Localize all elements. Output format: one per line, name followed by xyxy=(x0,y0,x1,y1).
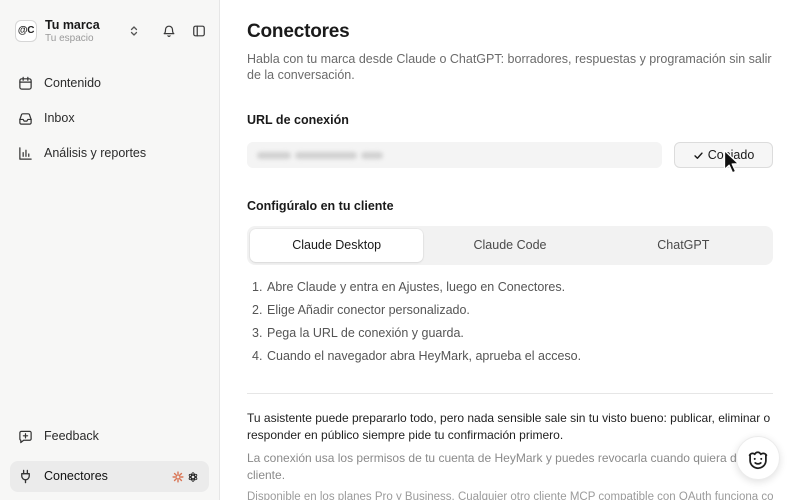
chevron-up-down-icon xyxy=(128,25,140,37)
sidebar-item-label: Análisis y reportes xyxy=(44,146,147,160)
availability-note: Disponible en los planes Pro y Business.… xyxy=(247,491,773,500)
client-setup-heading: Configúralo en tu cliente xyxy=(247,199,394,213)
sidebar-item-contenido[interactable]: Contenido xyxy=(10,68,209,98)
bar-chart-icon xyxy=(18,146,33,161)
setup-step: 2. Elige Añadir conector personalizado. xyxy=(252,299,772,322)
plug-icon xyxy=(18,469,33,484)
bell-icon xyxy=(162,24,176,38)
setup-step: 3. Pega la URL de conexión y guarda. xyxy=(252,322,772,345)
step-text: Pega la URL de conexión y guarda. xyxy=(267,326,464,340)
step-text: Cuando el navegador abra HeyMark, aprueb… xyxy=(267,349,582,363)
workspace-switcher[interactable]: @C Tu marca Tu espacio xyxy=(10,14,142,48)
confirmation-note: Tu asistente puede prepararlo todo, pero… xyxy=(247,411,771,442)
message-plus-icon xyxy=(18,429,33,444)
assistant-help-button[interactable] xyxy=(736,436,780,480)
workspace-name: Tu marca xyxy=(45,18,100,32)
notifications-button[interactable] xyxy=(158,20,180,42)
sidebar-item-inbox[interactable]: Inbox xyxy=(10,103,209,133)
step-number: 4. xyxy=(252,349,263,363)
step-text: Abre Claude y entra en Ajustes, luego en… xyxy=(267,280,566,294)
sidebar-item-label: Feedback xyxy=(44,429,99,443)
redacted-url-segment xyxy=(295,152,357,159)
step-text: Elige Añadir conector personalizado. xyxy=(267,303,470,317)
sidebar-item-label: Contenido xyxy=(44,76,101,90)
sidebar-toggle-button[interactable] xyxy=(188,20,210,42)
setup-step: 1. Abre Claude y entra en Ajustes, luego… xyxy=(252,276,772,299)
workspace-avatar: @C xyxy=(15,20,37,42)
workspace-subtitle: Tu espacio xyxy=(45,33,94,44)
redacted-url-segment xyxy=(361,152,383,159)
sidebar-item-analisis[interactable]: Análisis y reportes xyxy=(10,138,209,168)
chatgpt-icon xyxy=(187,471,199,483)
sidebar-item-feedback[interactable]: Feedback xyxy=(10,421,209,451)
sidebar: @C Tu marca Tu espacio Contenido Inbox A… xyxy=(0,0,220,500)
sidebar-item-label: Inbox xyxy=(44,111,75,125)
tab-claude-desktop[interactable]: Claude Desktop xyxy=(250,229,424,262)
sidebar-item-label: Conectores xyxy=(44,469,108,483)
sidebar-item-conectores[interactable]: Conectores xyxy=(10,461,209,492)
step-number: 2. xyxy=(252,303,263,317)
section-divider xyxy=(247,393,773,394)
inbox-icon xyxy=(18,111,33,126)
connection-url-field[interactable] xyxy=(247,142,662,168)
claude-icon xyxy=(172,470,184,483)
page-title: Conectores xyxy=(247,21,350,42)
client-tabs: Claude Desktop Claude Code ChatGPT xyxy=(247,226,773,265)
calendar-icon xyxy=(18,76,33,91)
redacted-url-segment xyxy=(257,152,291,159)
panel-left-icon xyxy=(192,24,206,38)
tab-claude-code[interactable]: Claude Code xyxy=(423,229,596,262)
assistant-face-icon xyxy=(745,445,771,471)
step-number: 3. xyxy=(252,326,263,340)
tab-chatgpt[interactable]: ChatGPT xyxy=(597,229,770,262)
step-number: 1. xyxy=(252,280,263,294)
permissions-note: La conexión usa los permisos de tu cuent… xyxy=(247,451,776,482)
main-content: Conectores Habla con tu marca desde Clau… xyxy=(220,0,800,500)
check-icon xyxy=(693,150,704,161)
mouse-pointer-icon xyxy=(723,149,741,175)
setup-step: 4. Cuando el navegador abra HeyMark, apr… xyxy=(252,345,772,368)
page-description: Habla con tu marca desde Claude o ChatGP… xyxy=(247,52,772,82)
connection-url-heading: URL de conexión xyxy=(247,113,349,127)
setup-steps-list: 1. Abre Claude y entra en Ajustes, luego… xyxy=(252,276,772,368)
